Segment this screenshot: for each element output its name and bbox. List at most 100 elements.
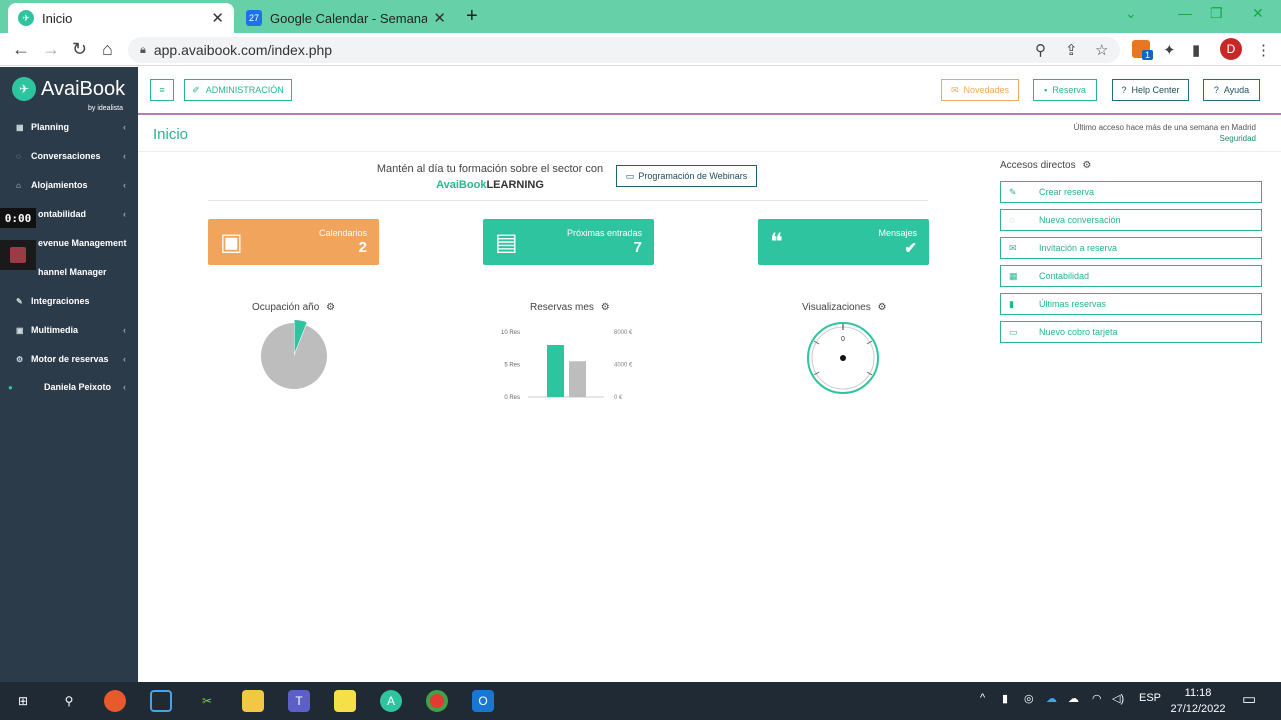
- forward-icon[interactable]: →: [42, 39, 60, 60]
- bookmark-star-icon[interactable]: ☆: [1095, 41, 1108, 59]
- sidebar: ✈ AvaiBook by idealista ▦ Planning ‹ ◌ Conv…: [0, 67, 138, 682]
- monitor-icon: ▭: [625, 170, 635, 181]
- url-field[interactable]: 🔒︎ app.avaibook.com/index.php: [128, 37, 1120, 63]
- sidebar-item-multimedia[interactable]: ▣ Multimedia ‹: [0, 320, 138, 340]
- sidebar-item-label: Motor de reservas: [31, 354, 109, 364]
- clock[interactable]: 11:18 27/12/2022: [1168, 685, 1228, 717]
- sticky-notes-icon[interactable]: [334, 690, 356, 712]
- close-window-icon[interactable]: ✕: [1252, 5, 1264, 22]
- chrome-icon[interactable]: [426, 690, 448, 712]
- new-tab-icon[interactable]: +: [466, 5, 478, 28]
- wifi-icon[interactable]: ◠: [1092, 692, 1102, 705]
- sidepanel-icon[interactable]: ▮: [1192, 41, 1200, 59]
- profile-avatar[interactable]: D: [1220, 38, 1242, 60]
- sidebar-item-label: Conversaciones: [31, 151, 101, 161]
- restore-icon[interactable]: ❐: [1210, 5, 1223, 22]
- close-tab-icon[interactable]: ✕: [433, 9, 446, 27]
- chevron-down-icon[interactable]: ⌄: [1125, 5, 1137, 22]
- help-center-button[interactable]: ? Help Center: [1112, 79, 1189, 101]
- stop-recording-button[interactable]: [0, 240, 36, 270]
- sidebar-item-motor-de-reservas[interactable]: ⚙ Motor de reservas ‹: [0, 349, 138, 369]
- camera-icon[interactable]: ◎: [1024, 692, 1034, 705]
- gear-icon[interactable]: ⚙: [878, 302, 887, 313]
- ayuda-button[interactable]: ? Ayuda: [1203, 79, 1260, 101]
- language-indicator[interactable]: ESP: [1139, 692, 1161, 704]
- snipping-tool-icon[interactable]: ✂: [196, 690, 218, 712]
- button-label: Ayuda: [1223, 85, 1250, 95]
- book-icon: ▪: [1044, 85, 1048, 95]
- sidebar-item-alojamientos[interactable]: ⌂ Alojamientos ‹: [0, 175, 138, 195]
- administracion-button[interactable]: ✐ ADMINISTRACIÓN: [184, 79, 292, 101]
- widget-title-text: Ocupación año: [252, 302, 320, 313]
- address-bar-row: ← → ↻ ⌂ 🔒︎ app.avaibook.com/index.php ⚲ …: [0, 33, 1281, 66]
- sidebar-item-label: hannel Manager: [38, 267, 107, 277]
- tab-inicio[interactable]: ✈ Inicio ✕: [8, 3, 234, 33]
- gear-icon[interactable]: ⚙: [601, 302, 610, 313]
- logo-sub: by idealista: [88, 105, 124, 112]
- avaibook-favicon-icon: ✈: [18, 10, 34, 26]
- card-calendarios[interactable]: ▣ Calendarios 2: [208, 219, 379, 265]
- chat-icon: ◌: [16, 151, 21, 161]
- film-icon: ▣: [16, 325, 24, 335]
- shortcut-ultimas-reservas[interactable]: ▮ Últimas reservas: [1000, 293, 1262, 315]
- volume-icon[interactable]: ◁): [1112, 692, 1124, 705]
- pencil-icon: ✎: [1009, 186, 1017, 197]
- search-icon[interactable]: ⚲: [58, 690, 80, 712]
- shortcut-label: Nuevo cobro tarjeta: [1039, 327, 1118, 337]
- defender-icon[interactable]: [150, 690, 172, 712]
- learning-banner: Mantén al día tu formación sobre el sect…: [370, 161, 610, 193]
- chevron-left-icon: ‹: [123, 354, 126, 364]
- sidebar-item-label: Multimedia: [31, 325, 79, 335]
- shortcut-crear-reserva[interactable]: ✎ Crear reserva: [1000, 181, 1262, 203]
- card-proximas-entradas[interactable]: ▤ Próximas entradas 7: [483, 219, 654, 265]
- chevron-left-icon: ‹: [123, 122, 126, 132]
- card-label: Calendarios: [318, 228, 367, 238]
- visits-title: Visualizaciones ⚙: [802, 302, 887, 313]
- gear-icon[interactable]: ⚙: [326, 302, 335, 313]
- y-tick-label-right: 4000 €: [614, 363, 633, 369]
- file-explorer-icon[interactable]: [242, 690, 264, 712]
- gear-icon[interactable]: ⚙: [1082, 160, 1091, 171]
- shortcut-nuevo-cobro-tarjeta[interactable]: ▭ Nuevo cobro tarjeta: [1000, 321, 1262, 343]
- minimize-icon[interactable]: —: [1178, 5, 1192, 21]
- onedrive-icon[interactable]: ☁: [1046, 692, 1057, 705]
- avaibook-logo[interactable]: ✈ AvaiBook by idealista: [12, 77, 125, 112]
- sidebar-item-integraciones[interactable]: ✎ Integraciones: [0, 291, 138, 311]
- gear-icon: ⚙: [16, 354, 24, 364]
- bar: [547, 345, 564, 397]
- menu-toggle-button[interactable]: ≡: [150, 79, 174, 101]
- back-icon[interactable]: ←: [12, 39, 30, 60]
- shortcut-label: Contabilidad: [1039, 271, 1090, 281]
- card-value: 2: [358, 239, 367, 256]
- microphone-icon[interactable]: ▮: [1002, 692, 1008, 705]
- card-mensajes[interactable]: ❝ Mensajes ✔: [758, 219, 929, 265]
- notifications-icon[interactable]: ▭: [1242, 690, 1256, 708]
- windows-start-icon[interactable]: ⊞: [12, 690, 34, 712]
- sidebar-item-user[interactable]: ● Daniela Peixoto ‹: [0, 377, 138, 397]
- teams-icon[interactable]: T: [288, 690, 310, 712]
- sidebar-item-conversaciones[interactable]: ◌ Conversaciones ‹: [0, 146, 138, 166]
- home-icon[interactable]: ⌂: [102, 39, 113, 60]
- chevron-up-icon[interactable]: ^: [980, 692, 985, 704]
- widget-title-text: Reservas mes: [530, 302, 594, 313]
- outlook-icon[interactable]: O: [472, 690, 494, 712]
- security-link[interactable]: Seguridad: [1074, 133, 1256, 144]
- shortcut-nueva-conversacion[interactable]: ◌ Nueva conversación: [1000, 209, 1262, 231]
- credit-card-icon: ▭: [1009, 326, 1018, 337]
- tab-google-calendar[interactable]: 27 Google Calendar - Semana del 2 ✕: [236, 3, 456, 33]
- avaibook-app-icon[interactable]: A: [380, 690, 402, 712]
- firefox-icon[interactable]: [104, 690, 126, 712]
- reserva-button[interactable]: ▪ Reserva: [1033, 79, 1097, 101]
- shortcut-invitacion-reserva[interactable]: ✉ Invitación a reserva: [1000, 237, 1262, 259]
- cloud-icon[interactable]: ☁: [1068, 692, 1079, 705]
- puzzle-extensions-icon[interactable]: ✦: [1163, 41, 1176, 59]
- share-icon[interactable]: ⇪: [1065, 41, 1078, 59]
- close-tab-icon[interactable]: ✕: [211, 9, 224, 27]
- more-menu-icon[interactable]: ⋮: [1256, 41, 1271, 59]
- novedades-button[interactable]: ✉ Novedades: [941, 79, 1019, 101]
- zoom-icon[interactable]: ⚲: [1035, 41, 1046, 59]
- shortcut-contabilidad[interactable]: ▦ Contabilidad: [1000, 265, 1262, 287]
- webinar-button[interactable]: ▭ Programación de Webinars: [616, 165, 757, 187]
- sidebar-item-planning[interactable]: ▦ Planning ‹: [0, 117, 138, 137]
- reload-icon[interactable]: ↻: [72, 39, 87, 60]
